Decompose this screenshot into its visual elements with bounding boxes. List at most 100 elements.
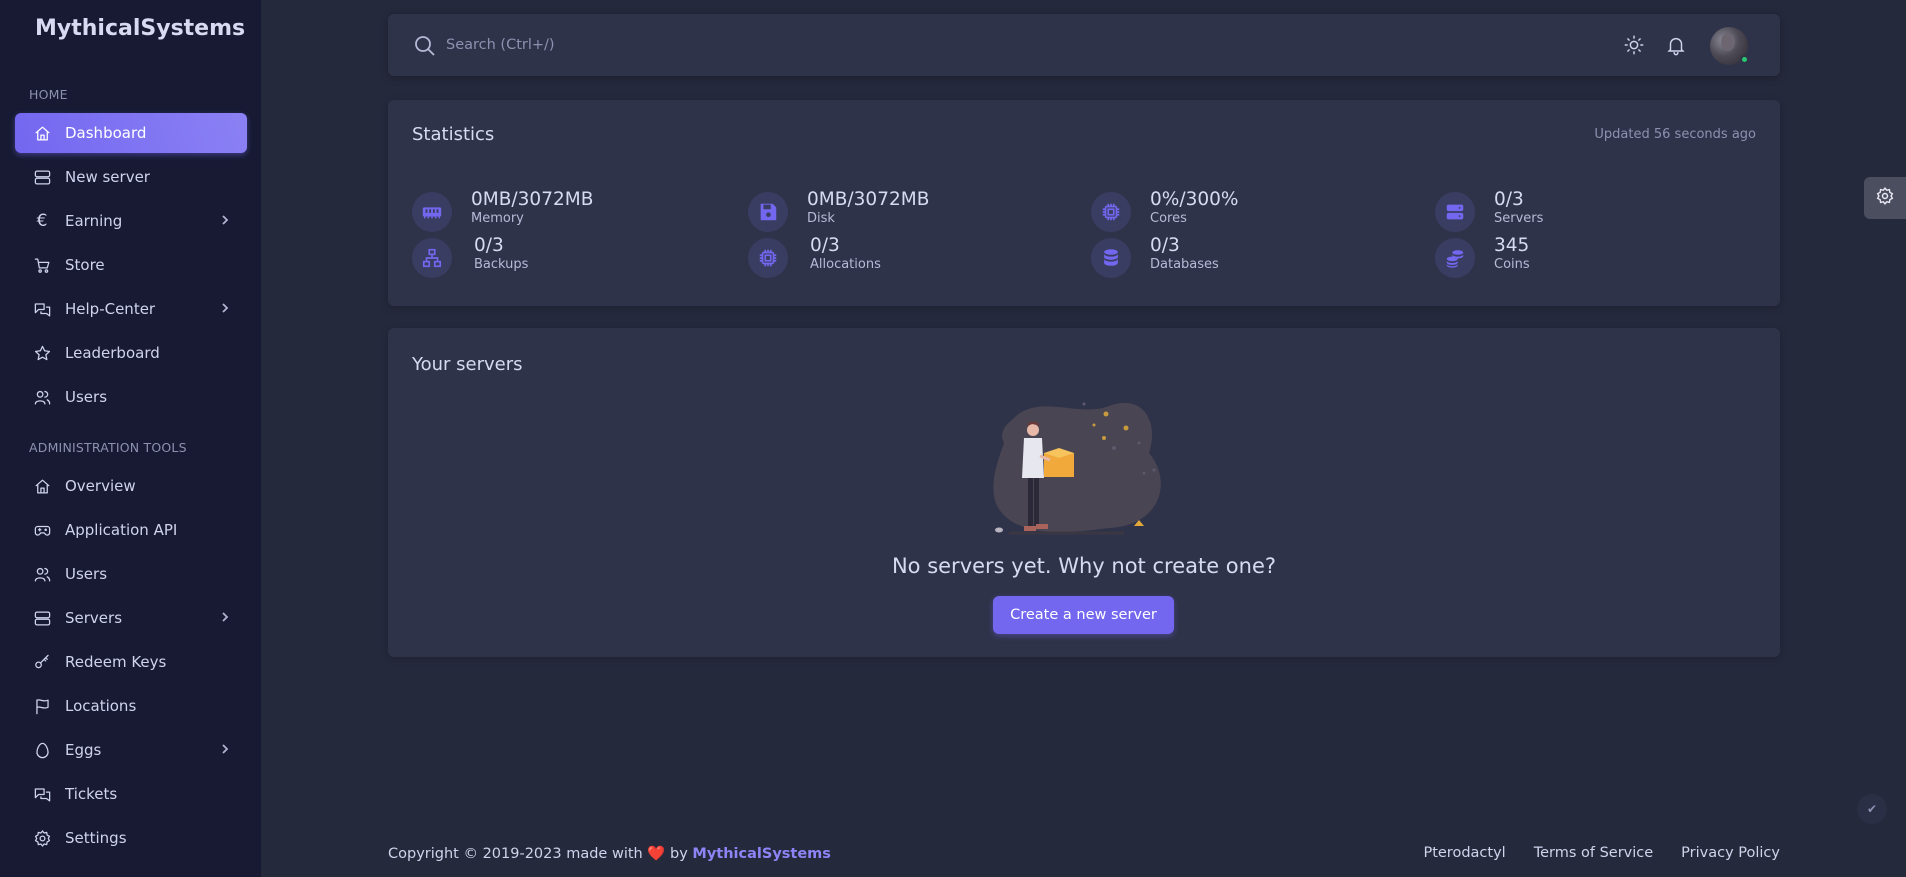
- sidebar-item-earning[interactable]: € Earning: [15, 201, 247, 241]
- stat-value: 345: [1494, 235, 1530, 256]
- server-icon: [32, 167, 52, 187]
- avatar[interactable]: [1710, 27, 1749, 65]
- flag-icon: [32, 696, 52, 716]
- sidebar-item-label: Leaderboard: [65, 344, 160, 362]
- statistics-card: Statistics Updated 56 seconds ago 0MB/30…: [388, 100, 1780, 306]
- sidebar-item-label: Help-Center: [65, 300, 156, 318]
- home-icon: [32, 476, 52, 496]
- sidebar-item-label: Users: [65, 388, 108, 406]
- stat-memory: 0MB/3072MB Memory: [412, 189, 593, 232]
- copyright-text: Copyright © 2019-2023 made with: [388, 846, 643, 862]
- sidebar-item-label: Users: [65, 565, 108, 583]
- coins-icon: [1435, 238, 1475, 278]
- stat-label: Backups: [474, 257, 529, 272]
- footer-link-pterodactyl[interactable]: Pterodactyl: [1423, 845, 1505, 861]
- sidebar-item-redeem-keys[interactable]: Redeem Keys: [15, 642, 247, 682]
- chevron-right-icon: [218, 301, 232, 315]
- stat-label: Memory: [471, 211, 524, 226]
- star-icon: [32, 343, 52, 363]
- sidebar-item-leaderboard[interactable]: Leaderboard: [15, 333, 247, 373]
- by-text: by: [670, 846, 688, 862]
- chevron-right-icon: [218, 742, 232, 756]
- database-icon: [1091, 238, 1131, 278]
- cpu-icon: [1091, 192, 1131, 232]
- theme-customizer-button[interactable]: [1864, 177, 1906, 219]
- home-icon: [32, 123, 52, 143]
- network-icon: [412, 238, 452, 278]
- updated-timestamp: Updated 56 seconds ago: [1594, 127, 1756, 142]
- stat-label: Cores: [1150, 211, 1187, 226]
- sidebar: MythicalSystems HOME Dashboard New serve…: [0, 0, 261, 877]
- stat-label: Servers: [1494, 211, 1544, 226]
- stat-label: Coins: [1494, 257, 1530, 272]
- egg-icon: [32, 740, 52, 760]
- sidebar-item-tickets[interactable]: Tickets: [15, 774, 247, 814]
- stat-value: 0/3: [810, 235, 840, 256]
- messages-icon: [32, 784, 52, 804]
- brand-logo[interactable]: MythicalSystems: [35, 16, 245, 41]
- gear-icon: [1875, 186, 1895, 210]
- stat-value: 0/3: [1150, 235, 1180, 256]
- empty-state-message: No servers yet. Why not create one?: [891, 554, 1277, 578]
- sidebar-item-label: Overview: [65, 477, 136, 495]
- servers-title: Your servers: [412, 354, 523, 375]
- sidebar-item-settings[interactable]: Settings: [15, 818, 247, 858]
- sun-icon[interactable]: [1623, 34, 1647, 58]
- chevron-right-icon: [218, 213, 232, 227]
- search-input[interactable]: [446, 31, 1046, 59]
- messages-icon: [32, 299, 52, 319]
- footer-brand-link[interactable]: MythicalSystems: [692, 846, 831, 862]
- sidebar-item-label: Earning: [65, 212, 123, 230]
- check-icon[interactable]: ✔: [1857, 794, 1887, 824]
- avatar-face: [1721, 33, 1735, 51]
- sidebar-item-application-api[interactable]: Application API: [15, 510, 247, 550]
- stat-value: 0MB/3072MB: [807, 189, 930, 210]
- footer-link-privacy[interactable]: Privacy Policy: [1681, 845, 1780, 861]
- cart-icon: [32, 255, 52, 275]
- stat-databases: 0/3 Databases: [1091, 235, 1219, 278]
- users-icon: [32, 387, 52, 407]
- sidebar-item-label: New server: [65, 168, 150, 186]
- memory-icon: [412, 192, 452, 232]
- stat-coins: 345 Coins: [1435, 235, 1530, 278]
- sidebar-item-dashboard[interactable]: Dashboard: [15, 113, 247, 153]
- stat-allocations: 0/3 Allocations: [748, 235, 881, 278]
- sidebar-item-help-center[interactable]: Help-Center: [15, 289, 247, 329]
- euro-icon: €: [36, 211, 48, 231]
- create-server-button[interactable]: Create a new server: [993, 596, 1174, 634]
- sidebar-item-eggs[interactable]: Eggs: [15, 730, 247, 770]
- sidebar-item-label: Eggs: [65, 741, 102, 759]
- sidebar-item-users[interactable]: Users: [15, 377, 247, 417]
- stat-label: Databases: [1150, 257, 1219, 272]
- stat-backups: 0/3 Backups: [412, 235, 529, 278]
- section-label-admin: ADMINISTRATION TOOLS: [29, 440, 187, 455]
- stat-servers: 0/3 Servers: [1435, 189, 1544, 232]
- gamepad-icon: [32, 520, 52, 540]
- sidebar-item-admin-users[interactable]: Users: [15, 554, 247, 594]
- server-icon: [32, 608, 52, 628]
- sidebar-item-overview[interactable]: Overview: [15, 466, 247, 506]
- users-icon: [32, 564, 52, 584]
- footer-links: Pterodactyl Terms of Service Privacy Pol…: [1423, 845, 1780, 861]
- online-status-dot: [1740, 55, 1749, 64]
- sidebar-item-label: Locations: [65, 697, 137, 715]
- cpu-icon: [748, 238, 788, 278]
- search-icon[interactable]: [413, 34, 437, 58]
- sidebar-item-label: Servers: [65, 609, 123, 627]
- sidebar-item-label: Application API: [65, 521, 178, 539]
- empty-box-illustration: [993, 402, 1161, 535]
- sidebar-item-new-server[interactable]: New server: [15, 157, 247, 197]
- footer-link-terms[interactable]: Terms of Service: [1534, 845, 1653, 861]
- stat-value: 0%/300%: [1150, 189, 1239, 210]
- stat-value: 0/3: [474, 235, 504, 256]
- bell-icon[interactable]: [1665, 34, 1689, 58]
- sidebar-item-label: Store: [65, 256, 105, 274]
- stat-value: 0/3: [1494, 189, 1524, 210]
- topbar: [388, 14, 1780, 76]
- sidebar-item-locations[interactable]: Locations: [15, 686, 247, 726]
- key-icon: [32, 652, 52, 672]
- sidebar-item-store[interactable]: Store: [15, 245, 247, 285]
- footer-copyright: Copyright © 2019-2023 made with ❤️ by My…: [388, 845, 831, 862]
- sidebar-item-servers[interactable]: Servers: [15, 598, 247, 638]
- disk-icon: [748, 192, 788, 232]
